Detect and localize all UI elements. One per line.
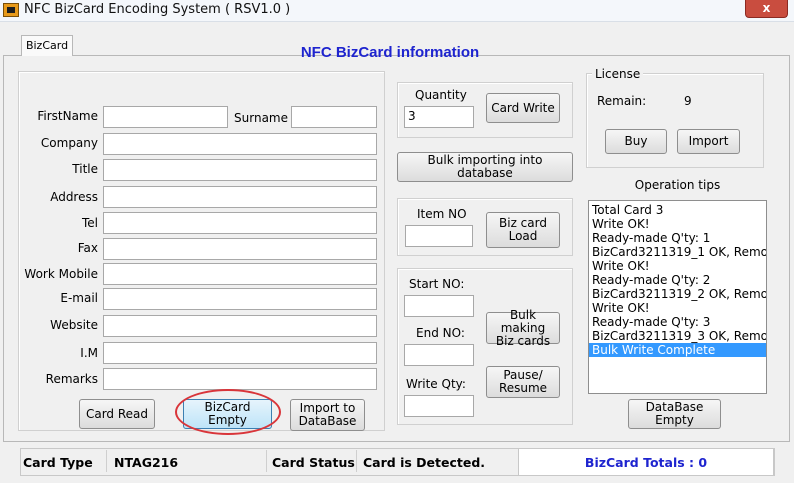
tip-line[interactable]: BizCard3211319_2 OK, Remove <box>589 287 766 301</box>
start-no-field[interactable] <box>404 295 474 317</box>
pause-line2: Resume <box>498 381 548 395</box>
close-icon[interactable]: x <box>745 0 788 18</box>
card-write-label: Card Write <box>491 100 555 115</box>
write-qty-label: Write Qty: <box>406 377 466 391</box>
card-type-label: Card Type <box>23 455 93 470</box>
email-label: E-mail <box>60 291 98 305</box>
tip-line[interactable]: Write OK! <box>589 217 766 231</box>
page-title: NFC BizCard information <box>300 44 480 61</box>
bulk-making-button[interactable]: Bulk making Biz cards <box>486 307 560 347</box>
fax-field[interactable] <box>103 238 377 260</box>
remain-value: 9 <box>684 94 692 108</box>
write-qty-field[interactable] <box>404 395 474 417</box>
remarks-label: Remarks <box>45 372 98 386</box>
im-field[interactable] <box>103 342 377 364</box>
nfc-app-icon <box>3 3 19 17</box>
tip-line[interactable]: Ready-made Q'ty: 2 <box>589 273 766 287</box>
surname-label: Surname <box>234 111 288 125</box>
biz-card-load-button[interactable]: Biz card Load <box>486 212 560 248</box>
database-empty-button[interactable]: DataBase Empty <box>628 399 721 429</box>
bizcard-totals: BizCard Totals : 0 <box>518 448 774 476</box>
tip-line[interactable]: Write OK! <box>589 301 766 315</box>
bulk-import-button[interactable]: Bulk importing into database <box>397 152 573 182</box>
tip-line[interactable]: BizCard3211319_1 OK, Remove <box>589 245 766 259</box>
tip-line[interactable]: Write OK! <box>589 259 766 273</box>
import-license-label: Import <box>688 134 729 148</box>
highlight-ring <box>175 389 281 435</box>
biz-card-load-label: Biz card Load <box>499 216 547 243</box>
remain-label: Remain: <box>597 94 647 108</box>
end-no-label: End NO: <box>416 326 465 340</box>
import-db-line2: DataBase <box>298 414 357 428</box>
website-label: Website <box>50 318 98 332</box>
window-title: NFC BizCard Encoding System ( RSV1.0 ) <box>24 2 291 17</box>
email-field[interactable] <box>103 288 377 310</box>
bulk-making-line2: Biz cards <box>495 333 551 348</box>
address-field[interactable] <box>103 186 377 208</box>
buy-label: Buy <box>624 134 648 148</box>
title-label: Title <box>72 162 98 176</box>
card-read-label: Card Read <box>85 406 149 421</box>
item-no-label: Item NO <box>417 207 467 221</box>
tel-label: Tel <box>81 216 98 230</box>
operation-tips-list[interactable]: Total Card 3 Write OK! Ready-made Q'ty: 1B… <box>588 200 767 394</box>
operation-tips-caption: Operation tips <box>634 178 721 192</box>
address-label: Address <box>50 190 98 204</box>
remarks-field[interactable] <box>103 368 377 390</box>
buy-button[interactable]: Buy <box>605 129 667 154</box>
work-mobile-label: Work Mobile <box>24 267 98 281</box>
company-label: Company <box>40 136 98 150</box>
title-field[interactable] <box>103 159 377 181</box>
card-status-value: Card is Detected. <box>363 455 486 470</box>
card-status-label: Card Status <box>272 455 355 470</box>
start-no-label: Start NO: <box>409 277 465 291</box>
tip-line[interactable]: Bulk Write Complete <box>589 343 766 357</box>
import-license-button[interactable]: Import <box>677 129 740 154</box>
tip-line[interactable]: Total Card 3 <box>589 203 766 217</box>
tip-line[interactable]: Ready-made Q'ty: 1 <box>589 231 766 245</box>
quantity-label: Quantity <box>415 88 467 102</box>
company-field[interactable] <box>103 133 377 155</box>
license-caption: License <box>592 67 644 81</box>
tab-bizcard[interactable]: BizCard <box>21 35 73 56</box>
firstname-field[interactable] <box>103 106 228 128</box>
quantity-field[interactable]: 3 <box>404 106 474 128</box>
import-to-database-button[interactable]: Import to DataBase <box>290 399 365 431</box>
tel-field[interactable] <box>103 212 377 234</box>
surname-field[interactable] <box>291 106 377 128</box>
bulk-making-line1: Bulk making <box>500 307 546 335</box>
status-divider <box>356 450 357 472</box>
card-type-value: NTAG216 <box>114 455 179 470</box>
status-divider <box>106 450 107 472</box>
item-no-field[interactable] <box>405 225 473 247</box>
website-field[interactable] <box>103 315 377 337</box>
database-empty-label: DataBase Empty <box>645 400 704 427</box>
firstname-label: FirstName <box>37 109 98 123</box>
pause-resume-button[interactable]: Pause/ Resume <box>486 366 560 398</box>
bulk-import-label: Bulk importing into database <box>427 153 543 180</box>
fax-label: Fax <box>77 241 98 255</box>
im-label: I.M <box>80 346 98 360</box>
tip-line[interactable]: Ready-made Q'ty: 3 <box>589 315 766 329</box>
work-mobile-field[interactable] <box>103 263 377 285</box>
tip-line[interactable]: BizCard3211319_3 OK, Remove <box>589 329 766 343</box>
card-write-button[interactable]: Card Write <box>486 93 560 123</box>
end-no-field[interactable] <box>404 344 474 366</box>
card-read-button[interactable]: Card Read <box>79 399 155 429</box>
status-divider <box>266 450 267 472</box>
